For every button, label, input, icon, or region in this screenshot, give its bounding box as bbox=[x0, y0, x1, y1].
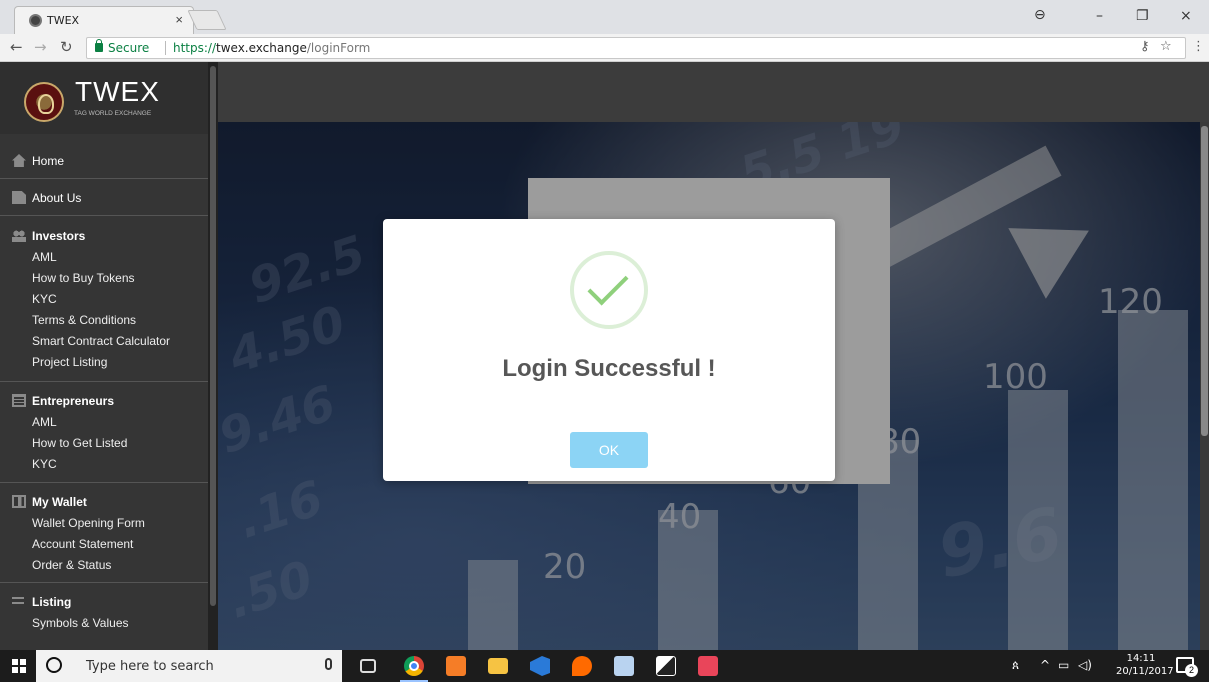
app-taskbar-icon[interactable] bbox=[572, 656, 592, 676]
ok-button[interactable]: OK bbox=[570, 432, 648, 468]
url-path: /loginForm bbox=[306, 41, 371, 55]
twex-logo-icon bbox=[24, 82, 64, 122]
photos-taskbar-icon[interactable] bbox=[656, 656, 676, 676]
sidebar-link-aml[interactable]: AML bbox=[32, 415, 57, 429]
sidebar-item-about[interactable]: About Us bbox=[0, 179, 208, 216]
profile-icon[interactable]: ⊖ bbox=[1034, 7, 1046, 23]
notification-badge: 2 bbox=[1185, 664, 1198, 677]
sidebar-scroll-thumb[interactable] bbox=[210, 66, 216, 606]
url-scheme: https:// bbox=[173, 41, 217, 55]
clock-date: 20/11/2017 bbox=[1116, 666, 1174, 677]
sidebar-link-wallet-form[interactable]: Wallet Opening Form bbox=[32, 516, 145, 530]
url-host: twex.exchange bbox=[216, 41, 307, 55]
action-center-icon[interactable]: 2 bbox=[1176, 657, 1198, 677]
sidebar-link-terms[interactable]: Terms & Conditions bbox=[32, 313, 136, 327]
menu-kebab-icon[interactable]: ⋮ bbox=[1192, 39, 1205, 54]
sidebar-link-get-listed[interactable]: How to Get Listed bbox=[32, 436, 127, 450]
tab-strip: TWEX × ⊖ – ❐ × bbox=[0, 0, 1209, 34]
clock-time: 14:11 bbox=[1126, 653, 1156, 664]
brand-header[interactable]: TWEX TAG WORLD EXCHANGE bbox=[0, 62, 208, 134]
chrome-taskbar-icon[interactable] bbox=[404, 656, 424, 676]
sidebar-link-kyc[interactable]: KYC bbox=[32, 457, 57, 471]
sidebar-link-project-listing[interactable]: Project Listing bbox=[32, 355, 107, 369]
vscode-taskbar-icon[interactable] bbox=[530, 656, 550, 676]
file-explorer-icon[interactable] bbox=[488, 658, 508, 674]
document-icon bbox=[12, 191, 26, 204]
site-favicon-icon bbox=[29, 14, 42, 27]
browser-tab[interactable]: TWEX × bbox=[14, 6, 194, 34]
tab-close-icon[interactable]: × bbox=[175, 12, 183, 27]
windows-start-icon[interactable] bbox=[12, 659, 26, 673]
home-icon bbox=[12, 154, 26, 167]
back-arrow-icon[interactable]: ← bbox=[10, 38, 23, 56]
sidebar-link-order-status[interactable]: Order & Status bbox=[32, 558, 111, 572]
secure-label: Secure bbox=[108, 41, 150, 55]
page-scrollbar[interactable] bbox=[1200, 122, 1209, 650]
sidebar-section-wallet: My Wallet Wallet Opening Form Account St… bbox=[0, 483, 208, 583]
web-page: TWEX TAG WORLD EXCHANGE Home About Us In… bbox=[0, 62, 1209, 650]
section-title[interactable]: Investors bbox=[32, 229, 85, 243]
sidebar: TWEX TAG WORLD EXCHANGE Home About Us In… bbox=[0, 62, 208, 650]
taskbar: Type here to search ጰ ^ ▭ ◁) 14:11 20/11… bbox=[0, 650, 1209, 682]
list-lines-icon bbox=[12, 597, 24, 607]
sidebar-link-how-to-buy[interactable]: How to Buy Tokens bbox=[32, 271, 135, 285]
sidebar-item-label: About Us bbox=[32, 191, 82, 205]
address-separator bbox=[165, 41, 166, 55]
sidebar-item-home[interactable]: Home bbox=[0, 142, 208, 179]
forward-arrow-icon[interactable]: → bbox=[34, 38, 47, 56]
browser-toolbar: ← → ↻ Secure https://twex.exchange/login… bbox=[0, 34, 1209, 62]
wallet-icon bbox=[12, 495, 26, 508]
section-title[interactable]: Listing bbox=[32, 595, 71, 609]
xampp-taskbar-icon[interactable] bbox=[446, 656, 466, 676]
snipping-tool-icon[interactable] bbox=[698, 656, 718, 676]
sidebar-link-symbols[interactable]: Symbols & Values bbox=[32, 616, 129, 630]
users-icon bbox=[12, 229, 26, 242]
page-scroll-thumb[interactable] bbox=[1201, 126, 1208, 436]
document-taskbar-icon[interactable] bbox=[614, 656, 634, 676]
list-icon bbox=[12, 394, 26, 407]
sidebar-item-label: Home bbox=[32, 154, 65, 168]
address-url: https://twex.exchange/loginForm bbox=[173, 38, 370, 58]
task-view-icon[interactable] bbox=[360, 659, 376, 673]
maximize-button[interactable]: ❐ bbox=[1136, 8, 1149, 24]
sidebar-section-investors: Investors AML How to Buy Tokens KYC Term… bbox=[0, 217, 208, 382]
lock-icon bbox=[95, 39, 103, 52]
taskbar-search-box[interactable]: Type here to search bbox=[36, 650, 342, 682]
section-title[interactable]: Entrepreneurs bbox=[32, 394, 114, 408]
tray-chevron-icon[interactable]: ^ bbox=[1040, 658, 1050, 672]
sidebar-link-aml[interactable]: AML bbox=[32, 250, 57, 264]
dialog-title: Login Successful ! bbox=[502, 355, 716, 382]
key-icon[interactable]: ⚷ bbox=[1140, 39, 1150, 54]
minimize-button[interactable]: – bbox=[1096, 8, 1103, 24]
people-icon[interactable]: ጰ bbox=[1012, 658, 1019, 673]
bookmark-star-icon[interactable]: ☆ bbox=[1160, 39, 1172, 54]
brand-name: TWEX bbox=[75, 76, 160, 107]
section-title[interactable]: My Wallet bbox=[32, 495, 87, 509]
address-bar[interactable]: Secure https://twex.exchange/loginForm bbox=[86, 37, 1186, 59]
sidebar-scrollbar[interactable] bbox=[208, 62, 218, 650]
tab-title: TWEX bbox=[47, 14, 80, 27]
success-dialog: Login Successful ! OK bbox=[383, 219, 835, 481]
sidebar-section-entrepreneurs: Entrepreneurs AML How to Get Listed KYC bbox=[0, 382, 208, 483]
network-icon[interactable]: ▭ bbox=[1058, 658, 1069, 672]
close-window-button[interactable]: × bbox=[1180, 8, 1192, 24]
sidebar-link-account-statement[interactable]: Account Statement bbox=[32, 537, 133, 551]
sidebar-link-calculator[interactable]: Smart Contract Calculator bbox=[32, 334, 170, 348]
cortana-icon bbox=[46, 657, 62, 673]
system-clock[interactable]: 14:11 20/11/2017 bbox=[1116, 652, 1174, 678]
brand-tagline: TAG WORLD EXCHANGE bbox=[74, 110, 152, 117]
search-placeholder: Type here to search bbox=[86, 659, 214, 674]
microphone-icon[interactable] bbox=[325, 658, 332, 670]
reload-icon[interactable]: ↻ bbox=[60, 38, 73, 56]
volume-icon[interactable]: ◁) bbox=[1078, 658, 1092, 672]
checkmark-icon bbox=[570, 251, 648, 329]
sidebar-section-listing: Listing Symbols & Values bbox=[0, 583, 208, 650]
sidebar-link-kyc[interactable]: KYC bbox=[32, 292, 57, 306]
